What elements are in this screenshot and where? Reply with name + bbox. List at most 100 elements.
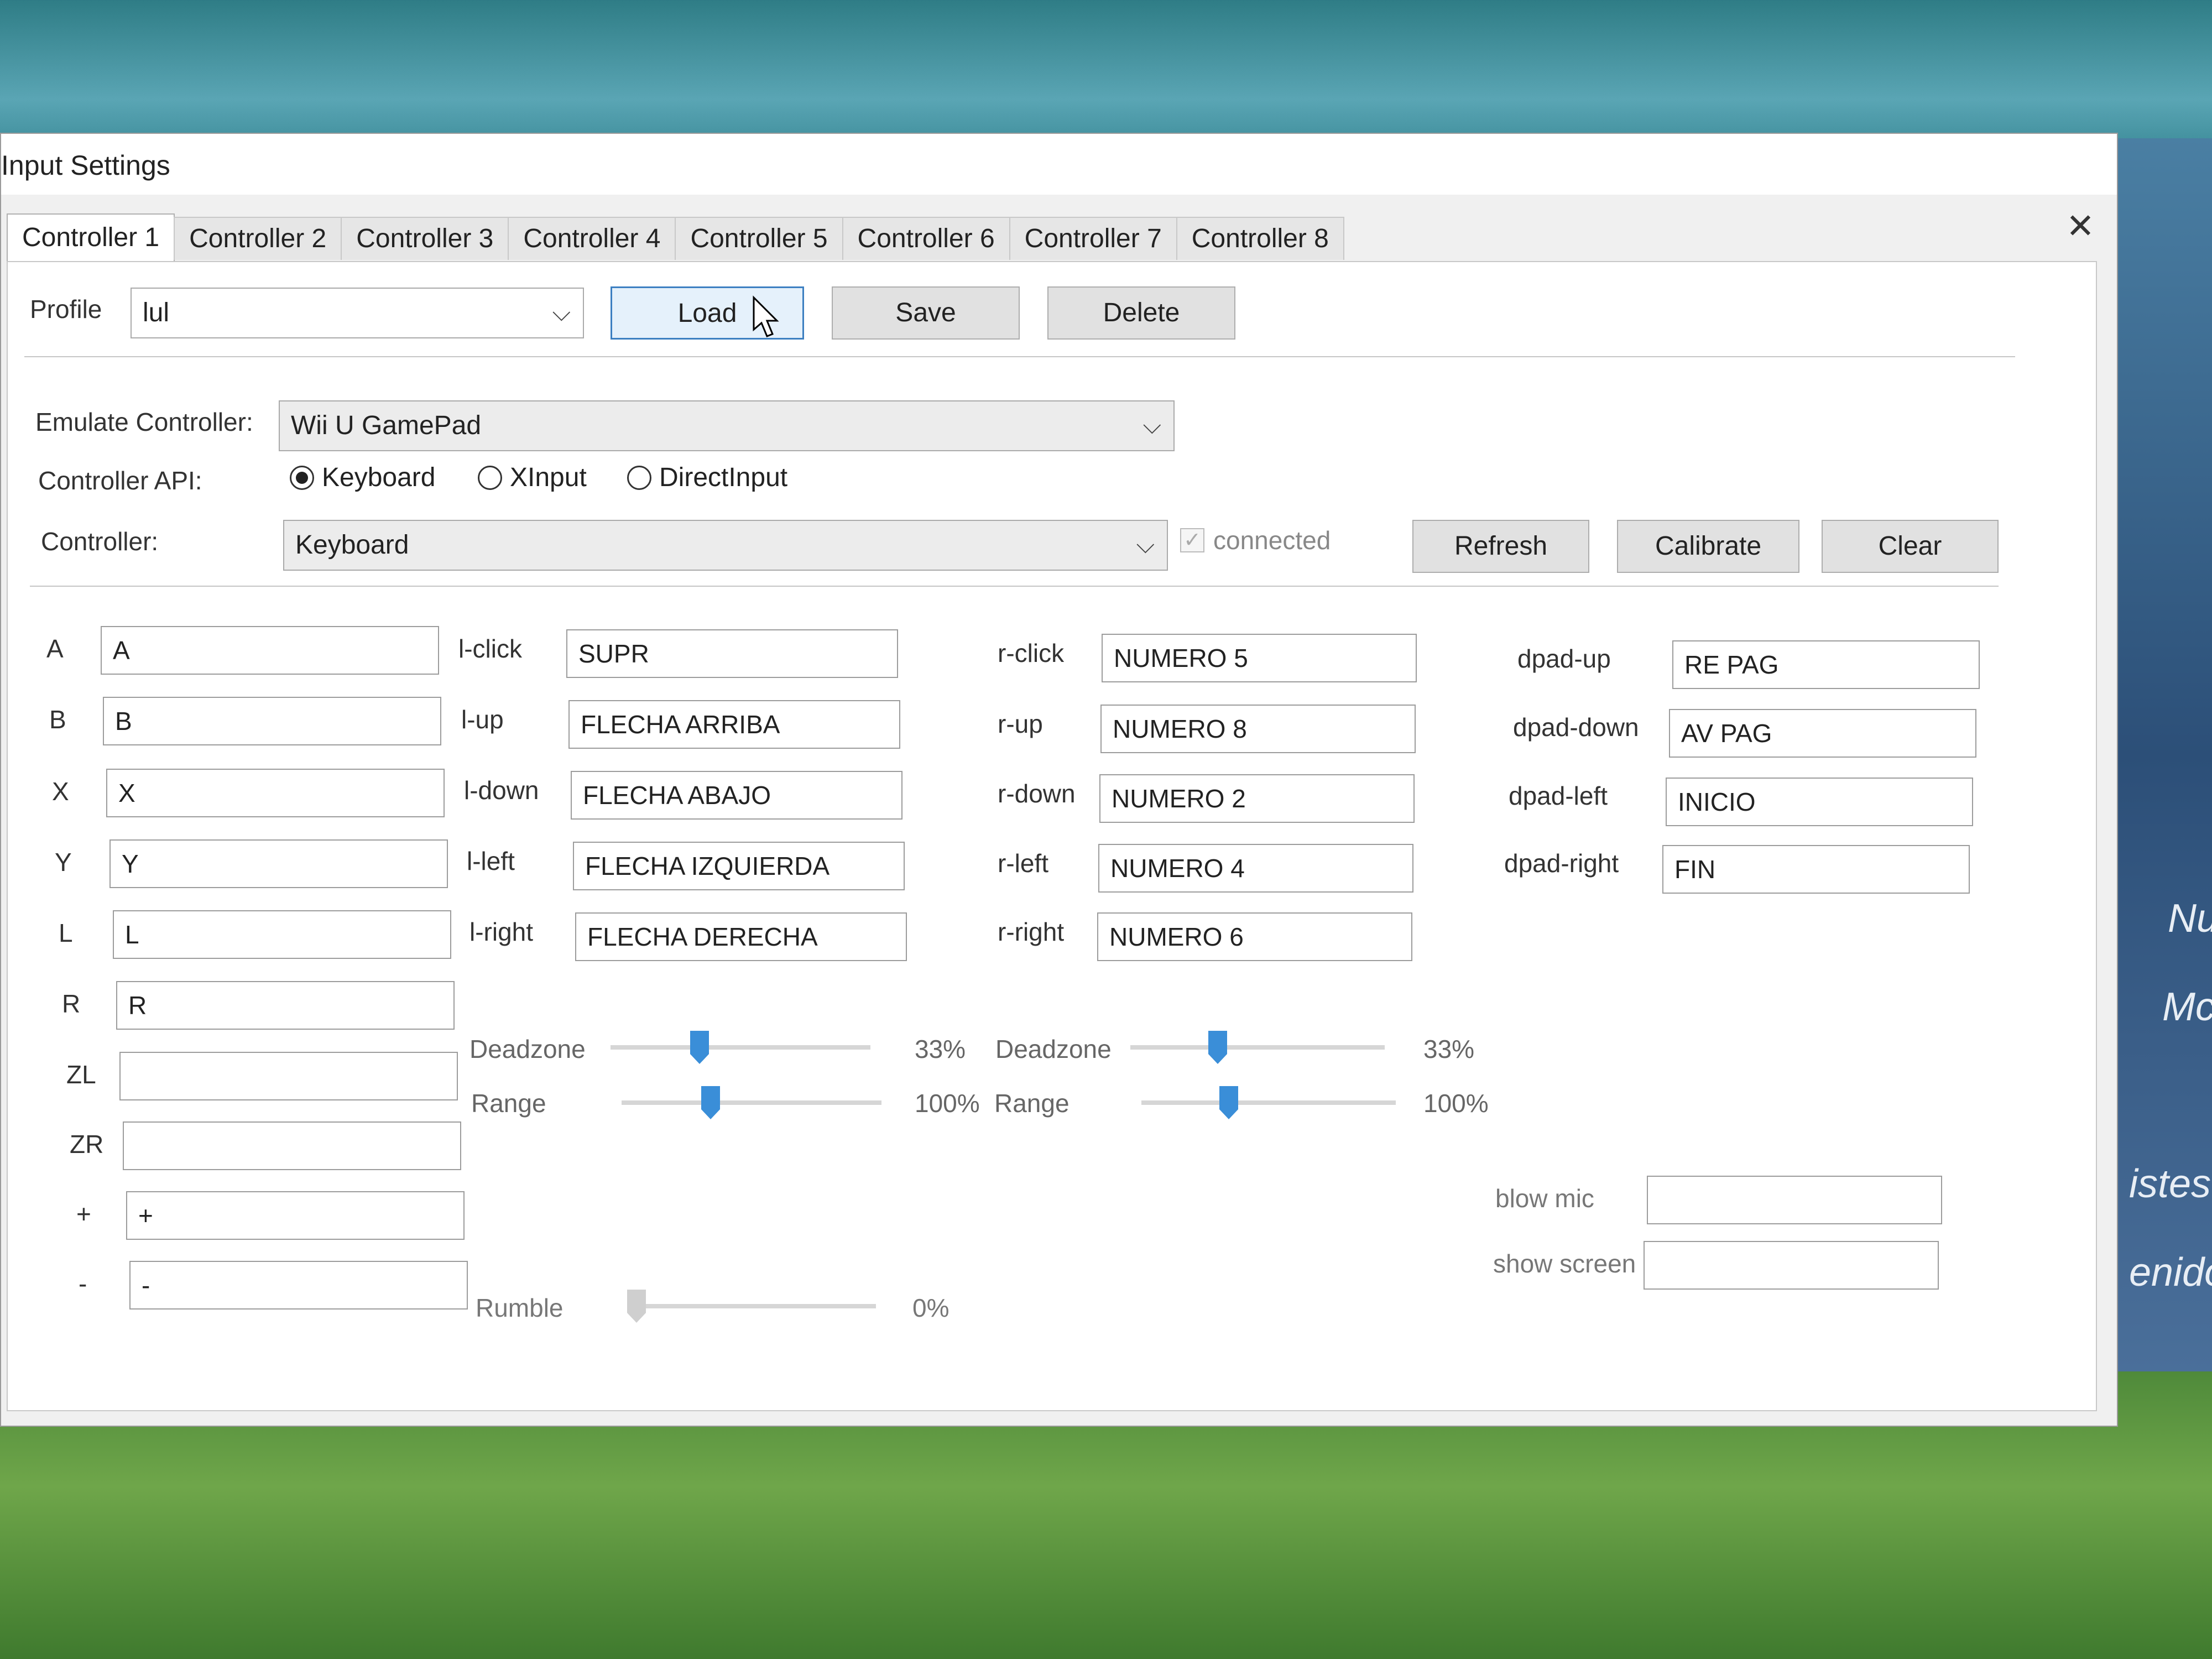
mapping-r-left-input[interactable]: NUMERO 4 — [1098, 844, 1413, 893]
mapping-b-input[interactable]: B — [103, 697, 441, 745]
delete-button[interactable]: Delete — [1047, 286, 1235, 340]
slider-track — [622, 1100, 881, 1105]
tab-controller-5[interactable]: Controller 5 — [675, 217, 843, 260]
stick-label: l-down — [464, 776, 539, 805]
mapping-r-down-input[interactable]: NUMERO 2 — [1099, 774, 1415, 823]
api-radio-label: DirectInput — [659, 463, 788, 492]
mapping-dpad-down-input[interactable]: AV PAG — [1669, 709, 1976, 758]
checkmark-icon: ✓ — [1180, 528, 1204, 552]
close-icon[interactable]: ✕ — [2066, 206, 2095, 246]
slider-thumb[interactable] — [1219, 1086, 1238, 1119]
controller-api-label: Controller API: — [38, 466, 202, 495]
mapping-plus-input[interactable]: + — [126, 1191, 465, 1240]
left-range-slider[interactable] — [622, 1086, 881, 1119]
slider-track — [1141, 1100, 1396, 1105]
mouse-cursor-icon — [753, 295, 779, 337]
mapping-dpad-right-input[interactable]: FIN — [1662, 845, 1970, 894]
dpad-label: dpad-right — [1504, 849, 1619, 878]
mapping-l-down-input[interactable]: FLECHA ABAJO — [571, 771, 902, 820]
mapping-dpad-up-input[interactable]: RE PAG — [1672, 640, 1980, 689]
right-deadzone-slider[interactable] — [1130, 1031, 1385, 1064]
profile-select[interactable]: lul ⌵ — [131, 288, 584, 338]
chevron-down-icon: ⌵ — [1142, 412, 1161, 439]
mapping-l-left-input[interactable]: FLECHA IZQUIERDA — [573, 842, 905, 890]
button-label: Y — [55, 848, 72, 877]
radio-unchecked-icon — [627, 465, 651, 490]
deadzone-label: Deadzone — [469, 1035, 586, 1063]
rumble-label: Rumble — [476, 1293, 564, 1322]
calibrate-button[interactable]: Calibrate — [1617, 520, 1799, 573]
mapping-l-up-input[interactable]: FLECHA ARRIBA — [568, 700, 900, 749]
connected-label: connected — [1213, 526, 1331, 555]
controller-tabs: Controller 1 Controller 2 Controller 3 C… — [7, 213, 1344, 261]
mapping-dpad-left-input[interactable]: INICIO — [1666, 778, 1973, 826]
mapping-y-input[interactable]: Y — [109, 839, 448, 888]
stick-label: r-click — [998, 639, 1065, 667]
slider-track — [1130, 1045, 1385, 1050]
range-label: Range — [471, 1089, 546, 1118]
api-radio-label: XInput — [510, 463, 587, 492]
refresh-button[interactable]: Refresh — [1412, 520, 1589, 573]
stick-label: l-right — [469, 917, 534, 946]
controller-select[interactable]: Keyboard ⌵ — [283, 520, 1168, 571]
api-radio-keyboard[interactable]: Keyboard — [290, 462, 435, 493]
range-value: 100% — [1423, 1089, 1489, 1118]
radio-unchecked-icon — [478, 465, 502, 490]
range-value: 100% — [915, 1089, 980, 1118]
slider-thumb[interactable] — [701, 1086, 720, 1119]
title-bar[interactable]: Input Settings — [1, 134, 2117, 195]
api-radio-xinput[interactable]: XInput — [478, 462, 587, 493]
controller-label: Controller: — [41, 527, 159, 556]
mapping-x-input[interactable]: X — [106, 769, 445, 817]
controller-panel: Profile lul ⌵ Load Save Delete Emulate C… — [7, 261, 2097, 1411]
slider-thumb[interactable] — [1208, 1031, 1227, 1064]
stick-label: r-down — [998, 779, 1076, 808]
tab-controller-4[interactable]: Controller 4 — [508, 217, 676, 260]
rumble-value: 0% — [912, 1293, 950, 1322]
tab-controller-1[interactable]: Controller 1 — [7, 213, 175, 261]
mapping-zl-input[interactable] — [119, 1052, 458, 1100]
window-title: Input Settings — [1, 150, 170, 181]
mapping-l-input[interactable]: L — [113, 910, 451, 959]
clear-button[interactable]: Clear — [1822, 520, 1999, 573]
left-deadzone-slider[interactable] — [611, 1031, 870, 1064]
tab-controller-6[interactable]: Controller 6 — [842, 217, 1010, 260]
profile-label: Profile — [30, 295, 102, 324]
mapping-r-input[interactable]: R — [116, 981, 455, 1030]
show-screen-input[interactable] — [1644, 1241, 1939, 1290]
slider-thumb[interactable] — [690, 1031, 709, 1064]
tab-controller-2[interactable]: Controller 2 — [174, 217, 342, 260]
button-label: R — [62, 989, 81, 1018]
deadzone-label: Deadzone — [995, 1035, 1112, 1063]
chevron-down-icon: ⌵ — [552, 299, 571, 326]
mapping-zr-input[interactable] — [123, 1121, 461, 1170]
emulate-controller-select[interactable]: Wii U GamePad ⌵ — [279, 400, 1175, 451]
mapping-r-click-input[interactable]: NUMERO 5 — [1102, 634, 1417, 682]
mapping-a-input[interactable]: A — [101, 626, 439, 675]
stick-label: l-click — [458, 634, 522, 663]
button-label: - — [79, 1269, 87, 1298]
api-radio-label: Keyboard — [322, 463, 436, 492]
api-radio-directinput[interactable]: DirectInput — [627, 462, 787, 493]
button-label: ZL — [66, 1060, 96, 1089]
mapping-r-right-input[interactable]: NUMERO 6 — [1097, 912, 1412, 961]
tab-controller-7[interactable]: Controller 7 — [1009, 217, 1177, 260]
right-range-slider[interactable] — [1141, 1086, 1396, 1119]
mapping-minus-input[interactable]: - — [129, 1261, 468, 1310]
background-text: Nu — [2168, 896, 2212, 941]
emulate-controller-value: Wii U GamePad — [291, 411, 482, 440]
tab-controller-3[interactable]: Controller 3 — [341, 217, 509, 260]
emulate-controller-label: Emulate Controller: — [35, 408, 253, 436]
mapping-l-right-input[interactable]: FLECHA DERECHA — [575, 912, 907, 961]
button-label: ZR — [70, 1130, 104, 1159]
mapping-r-up-input[interactable]: NUMERO 8 — [1100, 705, 1416, 753]
save-button[interactable]: Save — [832, 286, 1020, 340]
dpad-label: dpad-down — [1513, 713, 1639, 742]
stick-label: r-up — [998, 709, 1043, 738]
mapping-l-click-input[interactable]: SUPR — [566, 629, 898, 678]
blow-mic-input[interactable] — [1647, 1176, 1942, 1224]
tab-controller-8[interactable]: Controller 8 — [1176, 217, 1344, 260]
background-text: istes — [2129, 1162, 2211, 1206]
stick-label: r-right — [998, 917, 1065, 946]
slider-thumb — [627, 1290, 646, 1323]
